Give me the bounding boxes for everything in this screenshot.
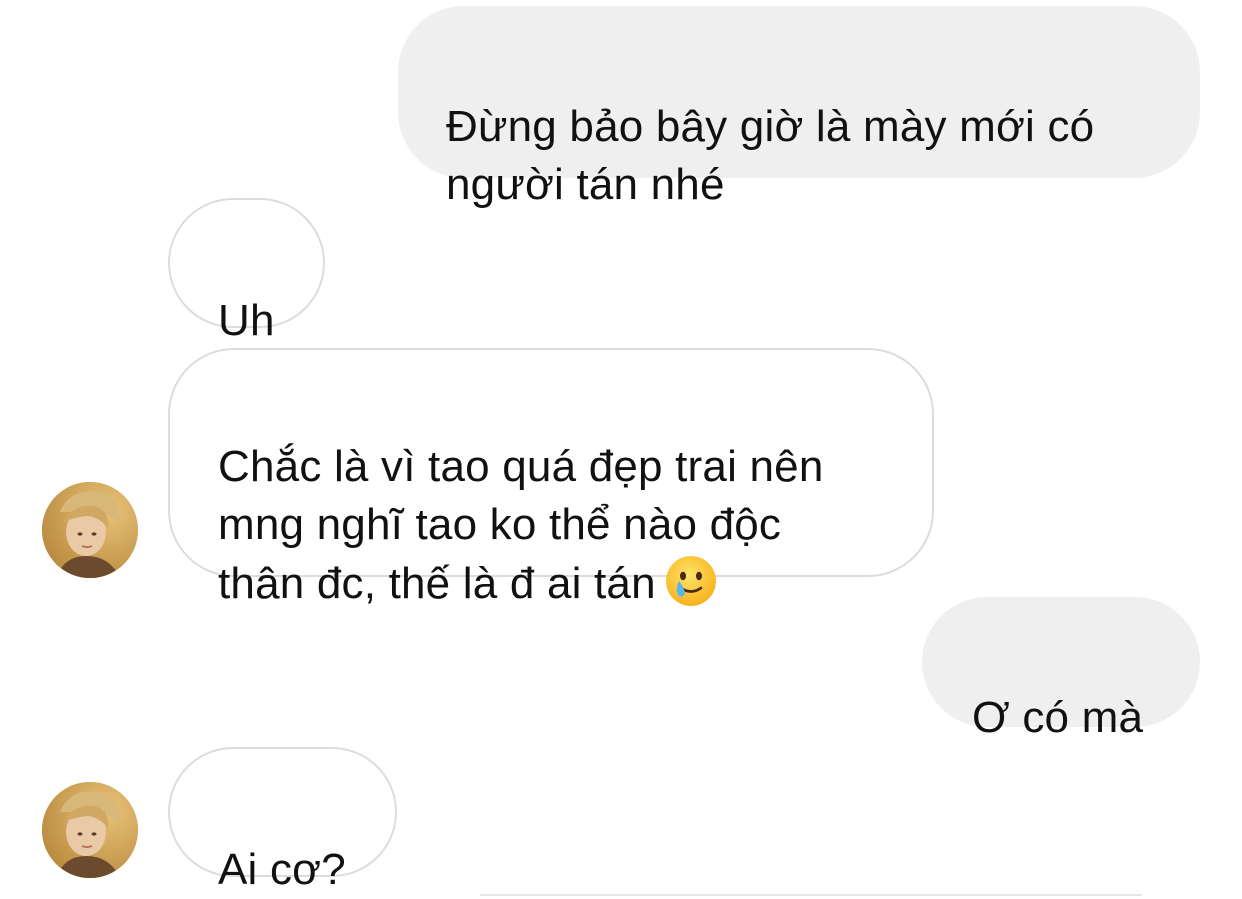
message-text: Ai cơ? <box>218 845 346 894</box>
contact-avatar[interactable] <box>42 482 138 578</box>
message-text: Chắc là vì tao quá đẹp trai nên mng nghĩ… <box>218 442 824 608</box>
received-message-bubble[interactable]: Ai cơ? <box>168 747 397 894</box>
avatar-photo-icon <box>42 782 138 878</box>
sent-message-bubble[interactable]: Ơ có mà <box>922 597 1200 742</box>
message-text: Ơ có mà <box>972 693 1144 742</box>
received-message-bubble[interactable]: Uh <box>168 198 325 345</box>
divider <box>480 894 1142 896</box>
sent-message-bubble[interactable]: Đừng bảo bây giờ là mày mới có người tán… <box>398 6 1200 209</box>
avatar-photo-icon <box>42 482 138 578</box>
message-text: Uh <box>218 296 275 345</box>
received-message-bubble[interactable]: Chắc là vì tao quá đẹp trai nên mng nghĩ… <box>168 348 934 608</box>
message-text: Đừng bảo bây giờ là mày mới có người tán… <box>446 102 1095 209</box>
contact-avatar[interactable] <box>42 782 138 878</box>
smiling-face-with-tear-emoji <box>664 554 718 608</box>
